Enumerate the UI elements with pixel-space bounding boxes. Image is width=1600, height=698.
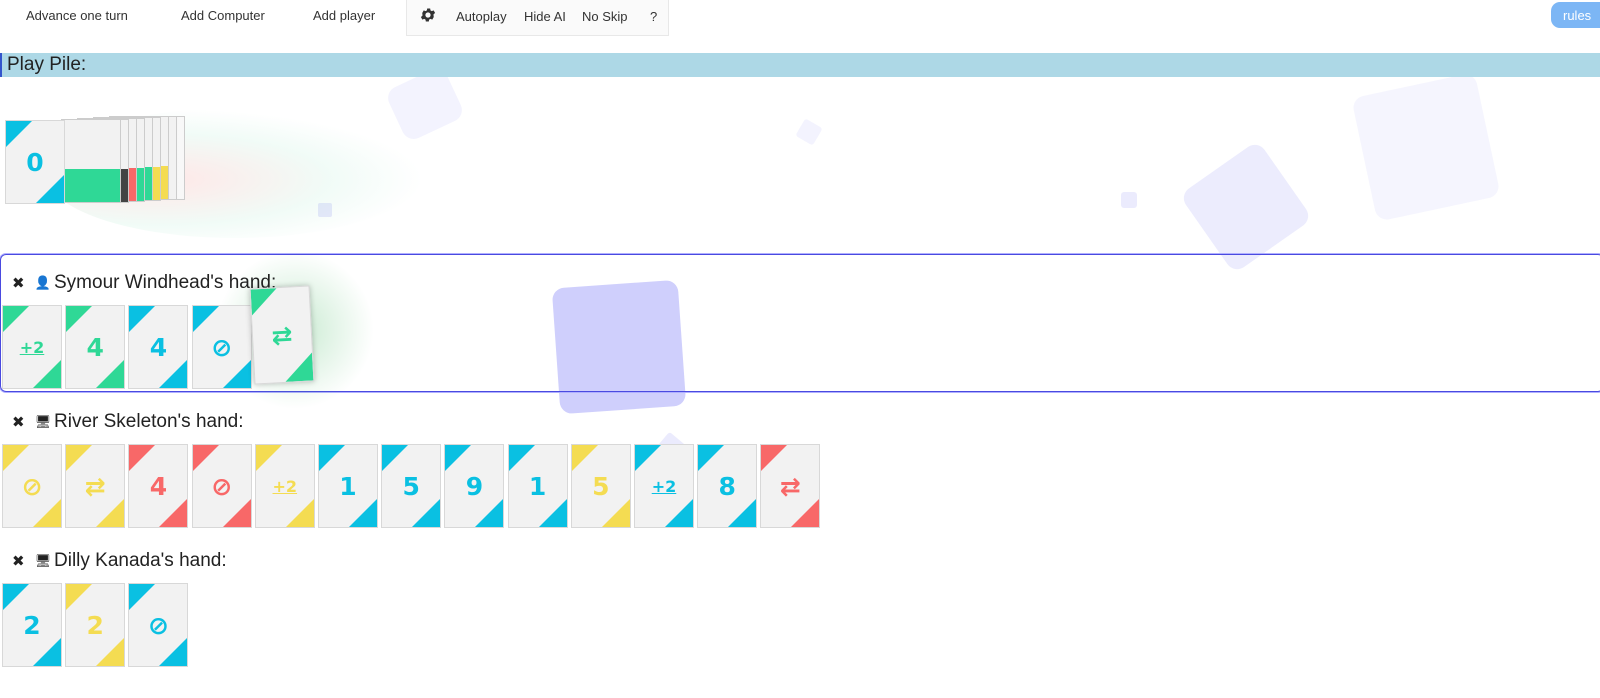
card-blue-number[interactable]: 5 (381, 444, 442, 528)
decorative-square (1121, 192, 1137, 208)
card-value: 1 (528, 471, 547, 501)
card-yellow-number[interactable]: 5 (570, 444, 631, 528)
card-value: 8 (718, 471, 736, 501)
advance-turn-button[interactable]: Advance one turn (26, 8, 128, 23)
hand-header-river: ✖ 🖥 River Skeleton's hand: (12, 411, 244, 433)
help-button[interactable]: ? (650, 9, 657, 24)
remove-player-icon[interactable]: ✖ (12, 552, 32, 570)
no-skip-toggle[interactable]: No Skip (582, 9, 628, 24)
play-pile-title: Play Pile: (0, 53, 1600, 77)
decorative-square (795, 118, 823, 146)
card-blue-skip[interactable]: ⊘ (191, 305, 252, 389)
autoplay-toggle[interactable]: Autoplay (456, 9, 507, 24)
card-red-skip[interactable]: ⊘ (191, 444, 252, 528)
card-value: ⇄ (779, 471, 801, 501)
rules-button[interactable]: rules (1551, 2, 1600, 28)
add-computer-button[interactable]: Add Computer (181, 8, 265, 23)
card-blue-number[interactable]: 4 (128, 305, 189, 389)
person-icon: 👤 (34, 275, 52, 290)
hand-title: Dilly Kanada's hand: (54, 550, 227, 571)
hand-header-symour: ✖ 👤 Symour Windhead's hand: (12, 272, 276, 294)
hand-title: River Skeleton's hand: (54, 411, 244, 432)
card-red-reverse[interactable]: ⇄ (760, 444, 821, 528)
card-value: 1 (339, 471, 357, 501)
card-green-number[interactable]: 4 (65, 305, 126, 389)
card-value: ⇄ (84, 471, 106, 501)
toolbar: Advance one turn Add Computer Add player… (0, 0, 680, 36)
card-yellow-number[interactable]: 2 (65, 583, 126, 667)
card-value: 5 (402, 471, 420, 501)
card-value: ⊘ (211, 332, 233, 362)
card-value: 4 (149, 332, 168, 362)
card-yellow-reverse[interactable]: ⇄ (65, 444, 126, 528)
hand-header-dilly: ✖ 🖥 Dilly Kanada's hand: (12, 550, 227, 572)
card-value: 9 (465, 471, 484, 501)
remove-player-icon[interactable]: ✖ (12, 274, 32, 292)
card-yellow-draw2[interactable]: +2 (254, 444, 315, 528)
card-value: 2 (23, 610, 41, 640)
card-green-draw2[interactable]: +2 (2, 305, 62, 389)
card-value: 4 (86, 332, 104, 362)
play-pile: 0 (5, 108, 445, 244)
card-value: 0 (26, 147, 44, 177)
card-blue-number[interactable]: 2 (2, 583, 62, 667)
hide-ai-toggle[interactable]: Hide AI (524, 9, 566, 24)
card-blue-number[interactable]: 1 (318, 444, 378, 528)
card-green-reverse[interactable]: ⇄ (249, 285, 315, 385)
card-value: 5 (592, 471, 610, 501)
card-value: ⊘ (21, 471, 43, 501)
card-red-number[interactable]: 4 (128, 444, 189, 528)
card-blue-skip[interactable]: ⊘ (128, 583, 189, 667)
card-value: ⇄ (270, 319, 294, 351)
card-value: ⊘ (147, 610, 169, 640)
gear-icon[interactable] (419, 6, 437, 24)
computer-icon: 🖥 (34, 553, 52, 568)
card-value: ⊘ (211, 471, 233, 501)
card-blue-number[interactable]: 8 (697, 444, 758, 528)
pile-top-card: 0 (5, 120, 65, 204)
card-value: +2 (651, 476, 677, 496)
card-yellow-skip[interactable]: ⊘ (2, 444, 62, 528)
options-bar: Autoplay Hide AI No Skip ? (406, 0, 669, 36)
decorative-square (1351, 72, 1501, 222)
card-value: +2 (19, 337, 45, 357)
computer-icon: 🖥 (34, 414, 52, 429)
card-blue-number[interactable]: 9 (444, 444, 505, 528)
card-blue-draw2[interactable]: +2 (634, 444, 694, 528)
card-blue-number[interactable]: 1 (507, 444, 568, 528)
card-value: +2 (272, 476, 298, 496)
hand-title: Symour Windhead's hand: (54, 272, 277, 293)
card-value: 4 (149, 471, 168, 501)
pile-card-underneath (61, 119, 121, 203)
remove-player-icon[interactable]: ✖ (12, 413, 32, 431)
add-player-button[interactable]: Add player (313, 8, 375, 23)
card-value: 2 (86, 610, 104, 640)
